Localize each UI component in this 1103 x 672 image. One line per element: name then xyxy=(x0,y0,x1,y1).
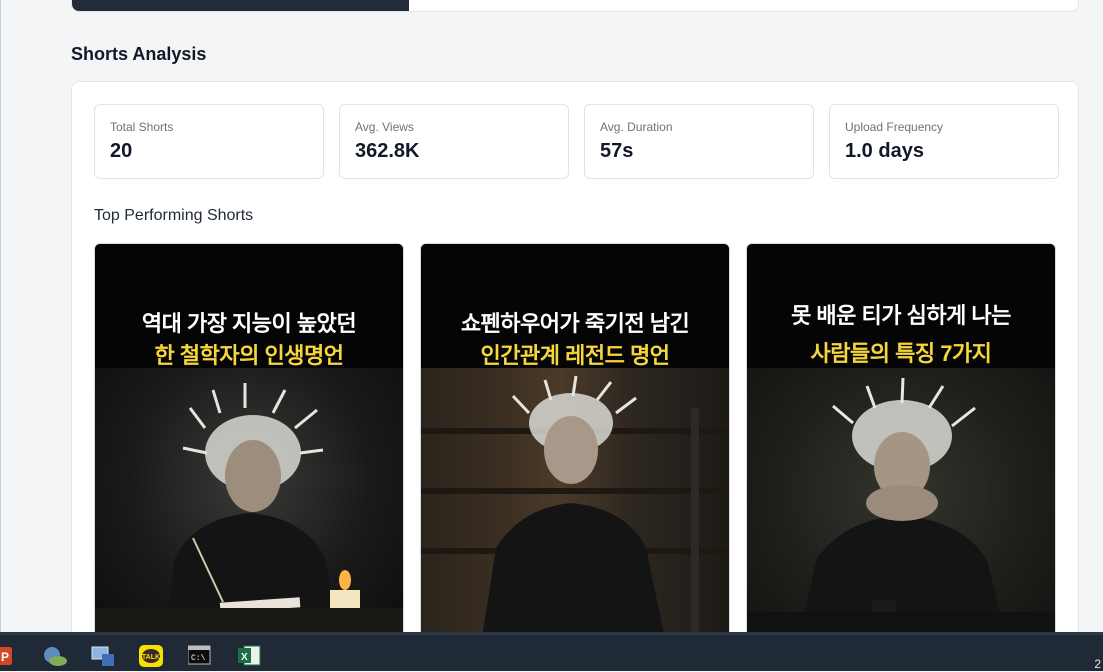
short-card[interactable]: 쇼펜하우어가 죽기전 남긴 인간관계 레전드 명언 xyxy=(420,243,730,643)
shorts-thumbnail-row: 역대 가장 지능이 높았던 한 철학자의 인생명언 쇼펜하우어가 죽기전 남긴 xyxy=(94,243,1056,643)
stat-label: Avg. Duration xyxy=(600,120,673,134)
network-icon[interactable] xyxy=(42,645,67,667)
powerpoint-icon[interactable]: P xyxy=(0,645,18,667)
svg-text:C:\: C:\ xyxy=(191,654,206,663)
top-shorts-heading: Top Performing Shorts xyxy=(94,207,254,224)
thumbnail-image xyxy=(95,368,403,642)
philosopher-writing-illustration xyxy=(95,383,403,642)
short-card[interactable]: 역대 가장 지능이 높았던 한 철학자의 인생명언 xyxy=(94,243,404,643)
stats-row: Total Shorts 20 Avg. Views 362.8K Avg. D… xyxy=(94,104,1059,179)
thumbnail-image xyxy=(747,368,1055,642)
stat-label: Upload Frequency xyxy=(845,120,944,134)
excel-icon[interactable]: X xyxy=(238,645,262,667)
svg-text:X: X xyxy=(241,652,248,663)
thumbnail-image xyxy=(421,368,729,642)
progress-bar-fill xyxy=(72,0,409,11)
stat-value: 362.8K xyxy=(355,140,420,162)
thumbnail-caption-line1: 역대 가장 지능이 높았던 xyxy=(141,311,357,336)
terminal-icon[interactable]: C:\ xyxy=(187,645,212,667)
philosopher-thinking-illustration xyxy=(747,377,1055,642)
shorts-analysis-panel: Total Shorts 20 Avg. Views 362.8K Avg. D… xyxy=(71,81,1079,643)
thumbnail-caption-line1: 못 배운 티가 심하게 나는 xyxy=(791,303,1011,328)
stat-value: 20 xyxy=(110,140,133,162)
section-title: Shorts Analysis xyxy=(71,44,207,64)
thumbnail-caption-line2: 인간관계 레전드 명언 xyxy=(480,343,670,368)
philosopher-library-illustration xyxy=(421,375,729,642)
svg-text:P: P xyxy=(1,650,9,664)
stat-label: Total Shorts xyxy=(110,120,174,134)
stat-card-upload-frequency: Upload Frequency 1.0 days xyxy=(829,104,1059,179)
previous-section-card xyxy=(71,0,1079,12)
os-taskbar: P TALK C:\ X 2 xyxy=(0,632,1103,671)
stat-label: Avg. Views xyxy=(355,120,414,134)
short-card[interactable]: 못 배운 티가 심하게 나는 사람들의 특징 7가지 xyxy=(746,243,1056,643)
clock-fragment: 2 xyxy=(1094,657,1101,671)
thumbnail-caption-line2: 한 철학자의 인생명언 xyxy=(154,343,344,368)
window-left-border xyxy=(0,0,1,632)
stat-card-avg-duration: Avg. Duration 57s xyxy=(584,104,814,179)
kakaotalk-icon[interactable]: TALK xyxy=(139,645,163,667)
thumbnail-caption-line1: 쇼펜하우어가 죽기전 남긴 xyxy=(460,311,690,336)
computer-icon[interactable] xyxy=(90,645,114,667)
stat-card-avg-views: Avg. Views 362.8K xyxy=(339,104,569,179)
stat-card-total-shorts: Total Shorts 20 xyxy=(94,104,324,179)
kakaotalk-label: TALK xyxy=(142,654,160,661)
stat-value: 1.0 days xyxy=(845,140,924,162)
stat-value: 57s xyxy=(600,140,634,162)
thumbnail-caption-line2: 사람들의 특징 7가지 xyxy=(810,341,992,366)
